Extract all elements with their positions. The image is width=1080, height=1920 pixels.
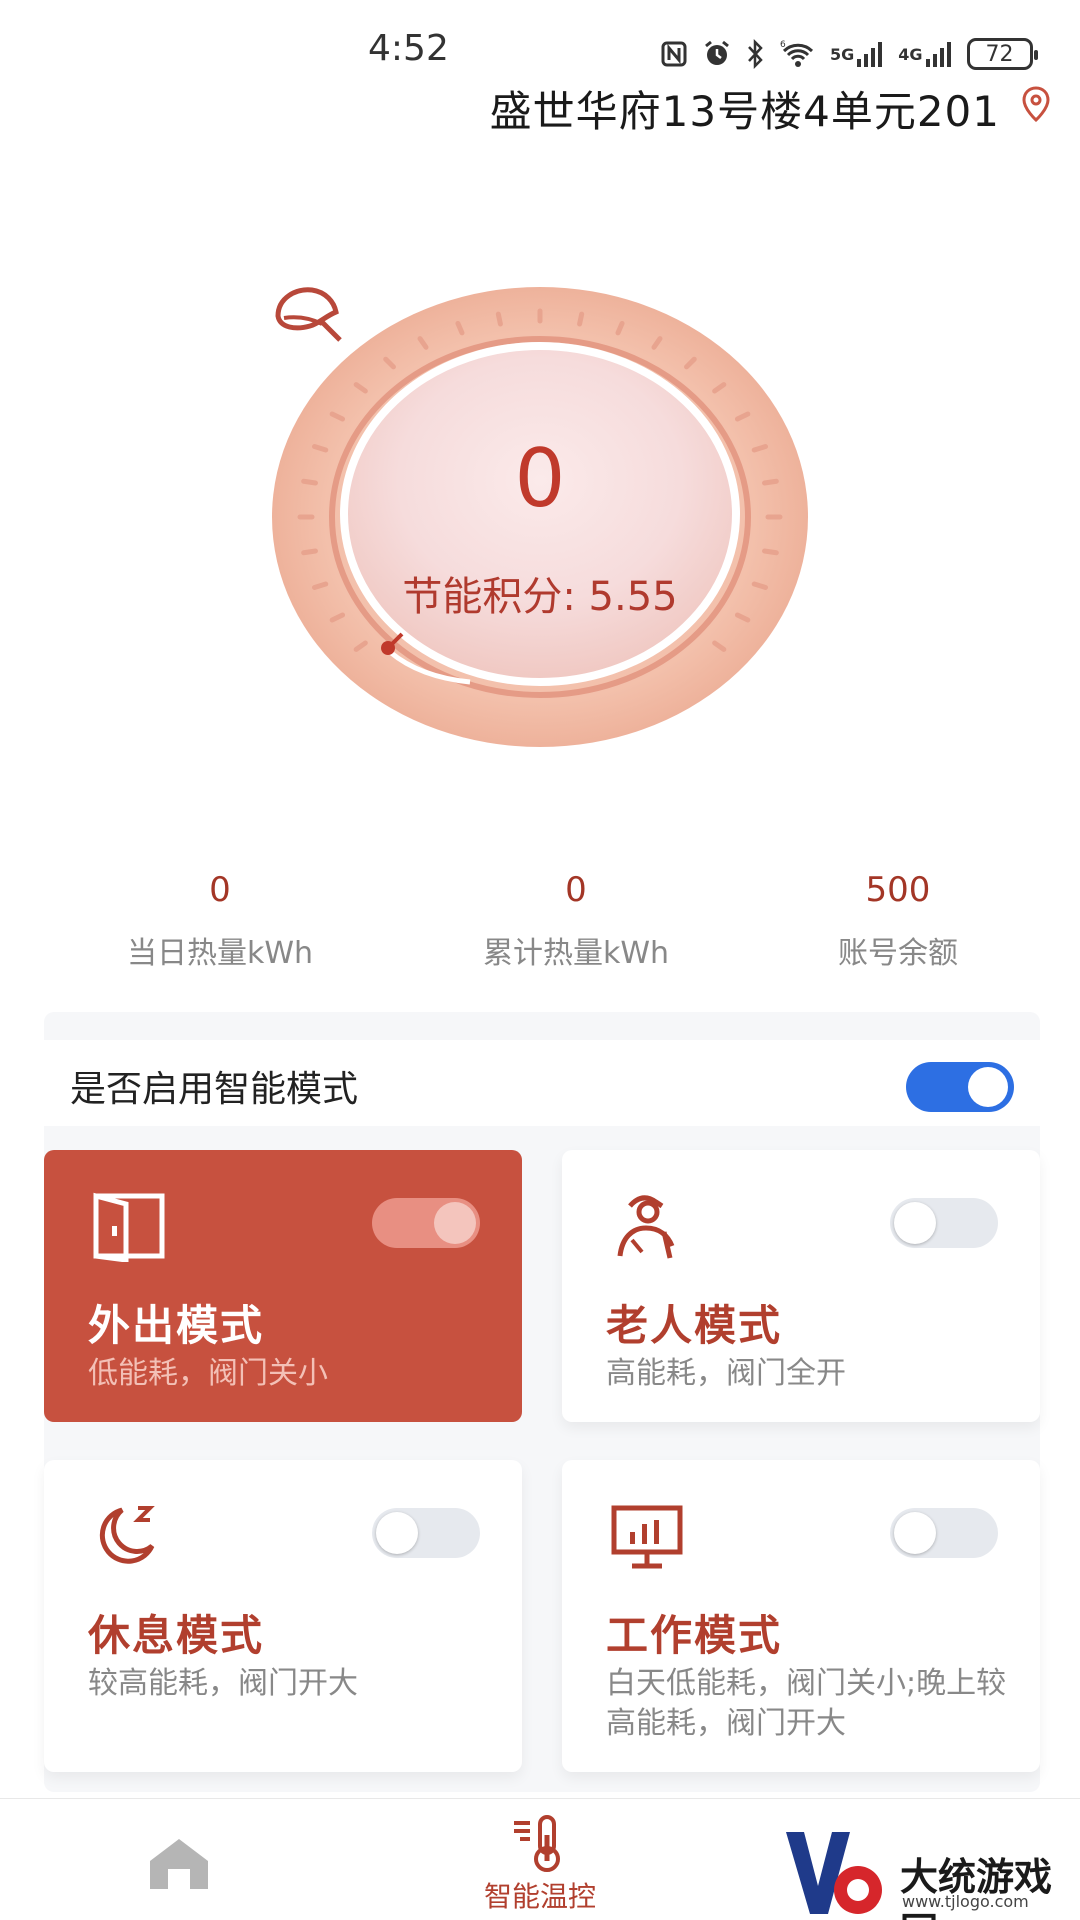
smart-mode-row: 是否启用智能模式 bbox=[44, 1040, 1040, 1126]
stat-value: 0 bbox=[209, 870, 231, 910]
mode-title: 休息模式 bbox=[88, 1611, 265, 1660]
nav-smart-temp[interactable]: 智能温控 bbox=[470, 1799, 610, 1920]
mode-switch-elderly[interactable] bbox=[890, 1198, 998, 1248]
mode-desc: 白天低能耗，阀门关小;晚上较高能耗，阀门开大 bbox=[606, 1666, 1007, 1741]
energy-score: 节能积分: 5.55 bbox=[402, 574, 678, 620]
battery-level: 72 bbox=[985, 41, 1014, 67]
mode-card-away[interactable]: 外出模式 低能耗，阀门关小 bbox=[44, 1150, 522, 1422]
watermark: 大统游戏园 www.tjlogo.com bbox=[780, 1826, 1080, 1920]
header: 盛世华府13号楼4单元201 bbox=[0, 78, 1080, 158]
stat-label: 累计热量kWh bbox=[482, 936, 670, 971]
watermark-url: www.tjlogo.com bbox=[902, 1892, 1029, 1911]
switch-knob bbox=[434, 1202, 476, 1244]
battery-indicator: 72 bbox=[966, 38, 1038, 70]
mode-switch-away[interactable] bbox=[372, 1198, 480, 1248]
switch-knob bbox=[894, 1202, 936, 1244]
dial-tick bbox=[762, 548, 779, 556]
stats-row: 0 当日热量kWh 0 累计热量kWh 500 账号余额 bbox=[0, 870, 1080, 980]
bluetooth-icon bbox=[746, 39, 766, 69]
energy-dial: 0 节能积分: 5.55 bbox=[270, 282, 810, 752]
dial-tick bbox=[495, 311, 503, 327]
mode-card-elderly[interactable]: 老人模式 高能耗，阀门全开 bbox=[562, 1150, 1040, 1422]
signal-5g-label: 5G bbox=[830, 44, 855, 64]
mode-switch-work[interactable] bbox=[890, 1508, 998, 1558]
monitor-icon bbox=[611, 1505, 683, 1569]
mode-switch-rest[interactable] bbox=[372, 1508, 480, 1558]
status-time: 4:52 bbox=[368, 28, 449, 69]
mode-desc: 低能耗，阀门关小 bbox=[88, 1356, 328, 1391]
switch-knob bbox=[894, 1512, 936, 1554]
stat-value: 0 bbox=[565, 870, 587, 910]
status-icons: 6 5G 4G 72 bbox=[660, 36, 1038, 72]
dial-tick bbox=[301, 548, 318, 556]
mode-card-rest[interactable]: 休息模式 较高能耗，阀门开大 bbox=[44, 1460, 522, 1772]
switch-knob bbox=[376, 1512, 418, 1554]
stat-daily-heat: 0 当日热量kWh bbox=[70, 870, 370, 972]
wifi-icon: 6 bbox=[780, 39, 816, 69]
signal-4g-icon: 4G bbox=[898, 39, 952, 69]
mode-card-work[interactable]: 工作模式 白天低能耗，阀门关小;晚上较高能耗，阀门开大 bbox=[562, 1460, 1040, 1772]
signal-4g-label: 4G bbox=[898, 44, 923, 64]
mode-title: 外出模式 bbox=[88, 1301, 265, 1350]
leaf-icon bbox=[275, 287, 342, 342]
nav-home[interactable] bbox=[140, 1799, 220, 1920]
smart-mode-switch[interactable] bbox=[906, 1062, 1014, 1112]
thermometer-icon bbox=[514, 1815, 560, 1872]
mode-title: 工作模式 bbox=[606, 1611, 783, 1660]
nfc-icon bbox=[660, 40, 688, 68]
dial-value: 0 bbox=[514, 432, 566, 525]
watermark-logo bbox=[786, 1832, 882, 1914]
status-bar: 4:52 6 5G 4G 72 bbox=[0, 0, 1080, 80]
wifi-tag: 6 bbox=[780, 40, 786, 50]
signal-5g-icon: 5G bbox=[830, 39, 884, 69]
alarm-icon bbox=[702, 39, 732, 69]
moon-sleep-icon bbox=[99, 1506, 155, 1564]
elderly-icon bbox=[617, 1195, 675, 1259]
location-pin-icon[interactable] bbox=[1016, 84, 1056, 124]
stat-account-balance[interactable]: 500 账号余额 bbox=[748, 870, 1048, 972]
door-icon bbox=[93, 1192, 165, 1262]
address-title[interactable]: 盛世华府13号楼4单元201 bbox=[490, 78, 1000, 139]
stat-label: 当日热量kWh bbox=[126, 936, 314, 971]
mode-desc: 高能耗，阀门全开 bbox=[606, 1356, 846, 1391]
stat-value: 500 bbox=[865, 870, 931, 910]
switch-knob bbox=[968, 1067, 1008, 1107]
stat-total-heat: 0 累计热量kWh bbox=[426, 870, 726, 972]
dial-tick bbox=[577, 311, 585, 327]
mode-title: 老人模式 bbox=[606, 1301, 783, 1350]
nav-label: 智能温控 bbox=[483, 1880, 596, 1913]
stat-label: 账号余额 bbox=[838, 936, 958, 971]
mode-desc: 较高能耗，阀门开大 bbox=[88, 1666, 358, 1701]
home-icon bbox=[150, 1839, 208, 1889]
smart-mode-label: 是否启用智能模式 bbox=[70, 1069, 359, 1110]
